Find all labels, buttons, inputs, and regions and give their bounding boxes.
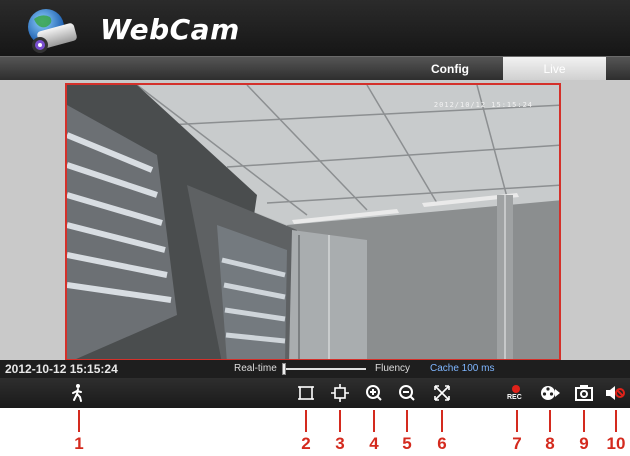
realtime-label: Real-time (234, 363, 277, 374)
live-video-feed[interactable]: 2012/10/12 15:15:24 (65, 83, 561, 361)
snapshot-button[interactable] (573, 383, 595, 403)
video-timestamp-overlay: 2012/10/12 15:15:24 (433, 101, 533, 109)
callout-number: 9 (579, 434, 589, 453)
mute-icon (606, 386, 625, 400)
callout-number: 5 (402, 434, 412, 453)
cache-label: Cache 100 ms (430, 363, 495, 374)
status-datetime: 2012-10-12 15:15:24 (5, 362, 118, 376)
playback-icon (541, 386, 560, 400)
record-label: REC (507, 394, 522, 401)
zoom-out-button[interactable] (396, 383, 418, 403)
fullscreen-icon (434, 385, 450, 401)
callout-number: 4 (369, 434, 379, 453)
zoom-out-icon (399, 385, 415, 401)
zoom-in-icon (366, 385, 382, 401)
callout-leader (305, 410, 307, 432)
app-title: WebCam (100, 13, 240, 46)
callout-leader (373, 410, 375, 432)
callout-leader (441, 410, 443, 432)
motion-detection-button[interactable] (67, 383, 89, 403)
zoom-in-button[interactable] (363, 383, 385, 403)
callout-leader (549, 410, 551, 432)
callout-leader (406, 410, 408, 432)
callout-number: 8 (545, 434, 555, 453)
callout-leader (583, 410, 585, 432)
toolbar: REC (0, 378, 630, 408)
original-size-icon (331, 384, 349, 402)
callout-number: 7 (512, 434, 522, 453)
status-bar: 2012-10-12 15:15:24 Real-time Fluency Ca… (0, 360, 630, 378)
callout-number: 2 (301, 434, 311, 453)
fluency-label: Fluency (375, 363, 411, 374)
callout-number: 6 (437, 434, 447, 453)
callout-leader (78, 410, 80, 432)
original-size-button[interactable] (329, 383, 351, 403)
buffer-slider-track[interactable] (282, 368, 366, 370)
callout-leader (615, 410, 617, 432)
app-header: WebCam (0, 0, 630, 56)
mute-button[interactable] (604, 383, 626, 403)
snapshot-icon (575, 385, 593, 401)
motion-detection-icon (72, 384, 82, 402)
tab-live[interactable]: Live (503, 57, 606, 81)
tab-config[interactable]: Config (400, 57, 500, 81)
nav-bar: Config Live (0, 56, 630, 81)
webcam-logo-icon (24, 5, 82, 55)
callout-number: 10 (606, 434, 626, 453)
playback-button[interactable] (539, 383, 561, 403)
record-button[interactable]: REC (505, 383, 527, 403)
fullscreen-button[interactable] (431, 383, 453, 403)
callout-number: 1 (74, 434, 84, 453)
callout-leader (339, 410, 341, 432)
buffer-slider-handle[interactable] (282, 363, 286, 375)
fit-window-icon (298, 386, 314, 400)
callout-number: 3 (335, 434, 345, 453)
callout-leader (516, 410, 518, 432)
video-area: 2012/10/12 15:15:24 (0, 80, 630, 361)
fit-window-button[interactable] (295, 383, 317, 403)
